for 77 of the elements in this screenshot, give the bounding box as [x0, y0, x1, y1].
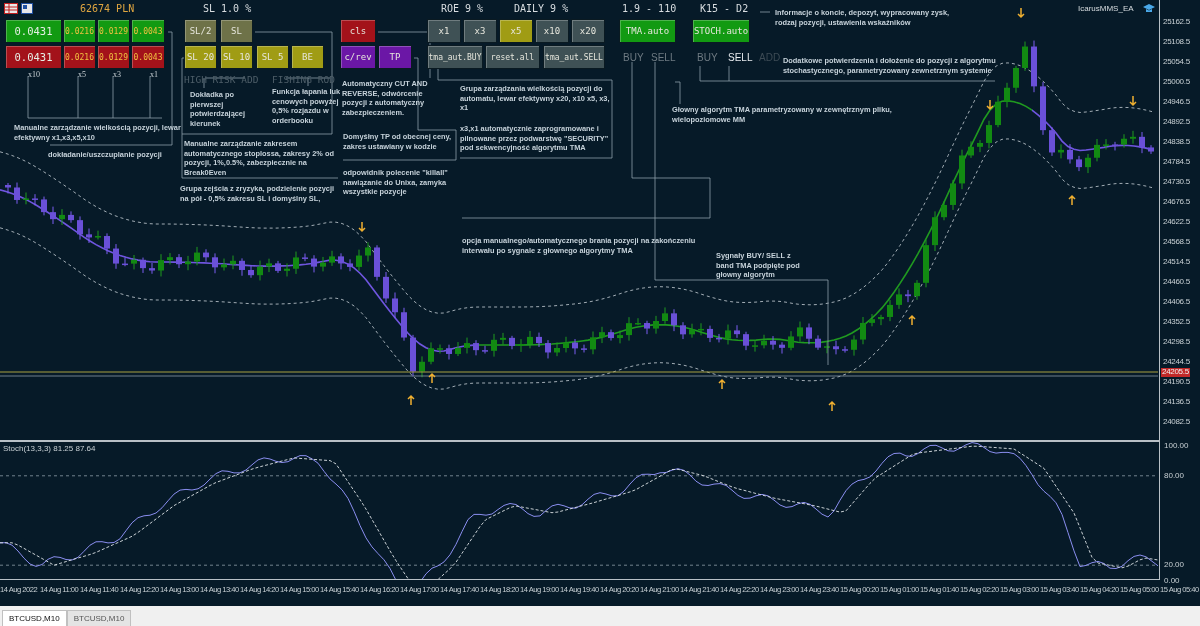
- roe-label: ROE 9 %: [441, 3, 484, 14]
- arrow-up-icon: [908, 314, 916, 326]
- leverage-button[interactable]: x20: [571, 19, 605, 43]
- sell-lot-button[interactable]: 0.0129: [97, 45, 130, 69]
- multiplier-label: x1: [150, 70, 158, 79]
- indicator-title: Stoch(13,3,3) 81.25 87.64: [3, 444, 96, 453]
- tma-setting: 1.9 - 110: [622, 3, 677, 14]
- price-label: 24460.5: [1162, 277, 1191, 287]
- stop-loss-button[interactable]: SL: [220, 19, 253, 43]
- arrow-down-icon: [986, 99, 994, 111]
- price-label: 24730.5: [1162, 177, 1191, 187]
- auto-action-button[interactable]: tma_aut.BUY: [427, 45, 483, 69]
- arrow-up-icon: [1068, 194, 1076, 206]
- auto-action-button[interactable]: tma_aut.SELL: [543, 45, 605, 69]
- daily-label: DAILY 9 %: [514, 3, 569, 14]
- arrow-up-icon: [828, 400, 836, 412]
- leverage-button[interactable]: x10: [535, 19, 569, 43]
- price-label: 24082.5: [1162, 417, 1191, 427]
- price-label: 24892.5: [1162, 117, 1191, 127]
- level-label: 80.00: [1164, 470, 1185, 480]
- price-label: 24406.5: [1162, 297, 1191, 307]
- account-balance: 62674 PLN: [80, 3, 135, 14]
- price-label: 24784.5: [1162, 157, 1191, 167]
- signal-label: BUY: [623, 52, 644, 63]
- position-action-button[interactable]: cls: [340, 19, 376, 43]
- sell-lot-button[interactable]: 0.0216: [63, 45, 96, 69]
- window-icon[interactable]: [21, 3, 33, 14]
- arrow-up-icon: [718, 378, 726, 390]
- price-label: 25000.5: [1162, 77, 1191, 87]
- level-label: 20.00: [1164, 560, 1185, 570]
- price-label: 24298.5: [1162, 337, 1191, 347]
- chart-tab[interactable]: BTCUSD,M10: [66, 610, 132, 626]
- multiplier-label: x10: [28, 70, 40, 79]
- expert-name: IcarusMMS_EA: [1078, 4, 1134, 13]
- price-label: 24568.5: [1162, 237, 1191, 247]
- price-label: 24622.5: [1162, 217, 1191, 227]
- chart-tab[interactable]: BTCUSD,M10: [2, 610, 67, 626]
- price-label: 24190.5: [1162, 377, 1191, 387]
- position-action-button[interactable]: c/rev: [340, 45, 376, 69]
- price-label: 24838.5: [1162, 137, 1191, 147]
- price-label: 24136.5: [1162, 397, 1191, 407]
- price-label: 24514.5: [1162, 257, 1191, 267]
- sell-lot-button[interactable]: 0.0431: [5, 45, 62, 69]
- arrow-up-icon: [428, 372, 436, 384]
- stoch-setting: K15 - D2: [700, 3, 749, 14]
- grid-icon[interactable]: [4, 3, 18, 14]
- leverage-button[interactable]: x3: [463, 19, 497, 43]
- level-label: 0.00: [1164, 576, 1180, 585]
- price-label: 25108.5: [1162, 37, 1191, 47]
- multiplier-label: x5: [78, 70, 86, 79]
- level-label: 100.00: [1164, 441, 1189, 450]
- signal-label: SELL: [728, 52, 753, 63]
- leader-line: [759, 11, 771, 13]
- stop-loss-title: SL 1.0 %: [203, 3, 252, 14]
- tma-auto-button[interactable]: TMA.auto: [619, 19, 676, 43]
- sell-lot-button[interactable]: 0.0043: [131, 45, 165, 69]
- multiplier-label: x3: [113, 70, 121, 79]
- buy-lot-button[interactable]: 0.0431: [5, 19, 62, 43]
- leverage-button[interactable]: x1: [427, 19, 461, 43]
- position-action-button[interactable]: TP: [378, 45, 412, 69]
- arrow-up-icon: [407, 394, 415, 406]
- price-label: 24244.5: [1162, 357, 1191, 367]
- price-label: 24676.5: [1162, 197, 1191, 207]
- signal-label: BUY: [697, 52, 718, 63]
- auto-action-button[interactable]: reset.all: [485, 45, 540, 69]
- graduation-cap-icon: [1143, 4, 1155, 13]
- arrow-down-icon: [1129, 95, 1137, 107]
- price-label: 25054.5: [1162, 57, 1191, 67]
- stop-loss-button[interactable]: SL/2: [184, 19, 217, 43]
- arrow-down-icon: [1017, 7, 1025, 19]
- current-price-tag: 24205.5: [1161, 368, 1190, 377]
- arrow-down-icon: [358, 221, 366, 233]
- price-label: 24946.5: [1162, 97, 1191, 107]
- signal-label: SELL: [651, 52, 676, 63]
- price-label: 25162.5: [1162, 17, 1191, 27]
- stoch-auto-button[interactable]: STOCH.auto: [692, 19, 750, 43]
- price-label: 24352.5: [1162, 317, 1191, 327]
